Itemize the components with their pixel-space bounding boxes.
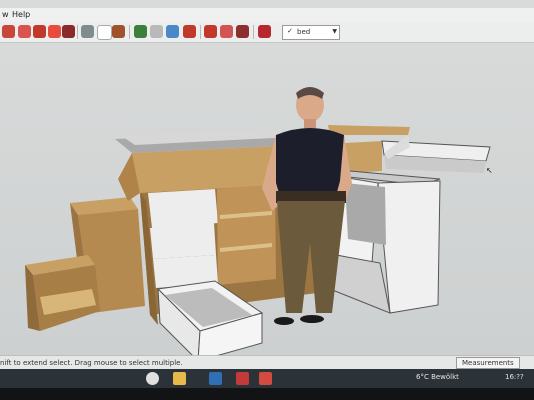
tape-measure-icon[interactable] [81,25,94,38]
text-icon[interactable] [112,25,125,38]
monitor-bezel [0,388,534,400]
select-icon[interactable] [2,25,15,38]
rotate-icon[interactable] [62,25,75,38]
chevron-down-icon: ▼ [332,28,337,35]
menu-view[interactable]: w [2,10,9,19]
ruby-icon[interactable] [258,25,271,38]
chrome-icon[interactable] [146,372,159,385]
layer-dropdown[interactable]: ✓ bed ▼ [282,25,340,40]
mail-icon[interactable] [259,372,272,385]
layer-value: bed [297,28,311,36]
toolbar [0,22,534,43]
extension-icon[interactable] [220,25,233,38]
sketchup-window: w Help ✓ bed ▼ ↖ nift to extend select. … [0,0,534,388]
dimension-icon[interactable] [97,25,112,40]
zoom-extents-icon[interactable] [183,25,196,38]
clock[interactable]: 16:?? [505,373,524,381]
file-explorer-icon[interactable] [173,372,186,385]
mouse-cursor: ↖ [486,166,493,175]
status-bar: nift to extend select. Drag mouse to sel… [0,355,534,370]
sketchup-icon[interactable] [236,372,249,385]
menu-bar: w Help [0,8,534,22]
model-scene: ↖ [0,43,534,363]
measurements-label: Measurements [462,359,514,367]
menu-help[interactable]: Help [12,10,30,19]
store-icon[interactable] [209,372,222,385]
orbit-icon[interactable] [134,25,147,38]
paint-bucket-icon[interactable] [33,25,46,38]
windows-taskbar: 6°C Bewölkt 16:?? [0,369,534,388]
warehouse-icon[interactable] [204,25,217,38]
weather-status[interactable]: 6°C Bewölkt [416,373,459,381]
eraser-icon[interactable] [18,25,31,38]
move-icon[interactable] [48,25,61,38]
drawing-viewport[interactable]: ↖ [0,43,534,363]
measurements-box[interactable]: Measurements [456,357,520,369]
check-icon: ✓ [287,27,293,35]
extension-manager-icon[interactable] [236,25,249,38]
zoom-icon[interactable] [166,25,179,38]
pan-icon[interactable] [150,25,163,38]
status-message: nift to extend select. Drag mouse to sel… [0,359,183,367]
